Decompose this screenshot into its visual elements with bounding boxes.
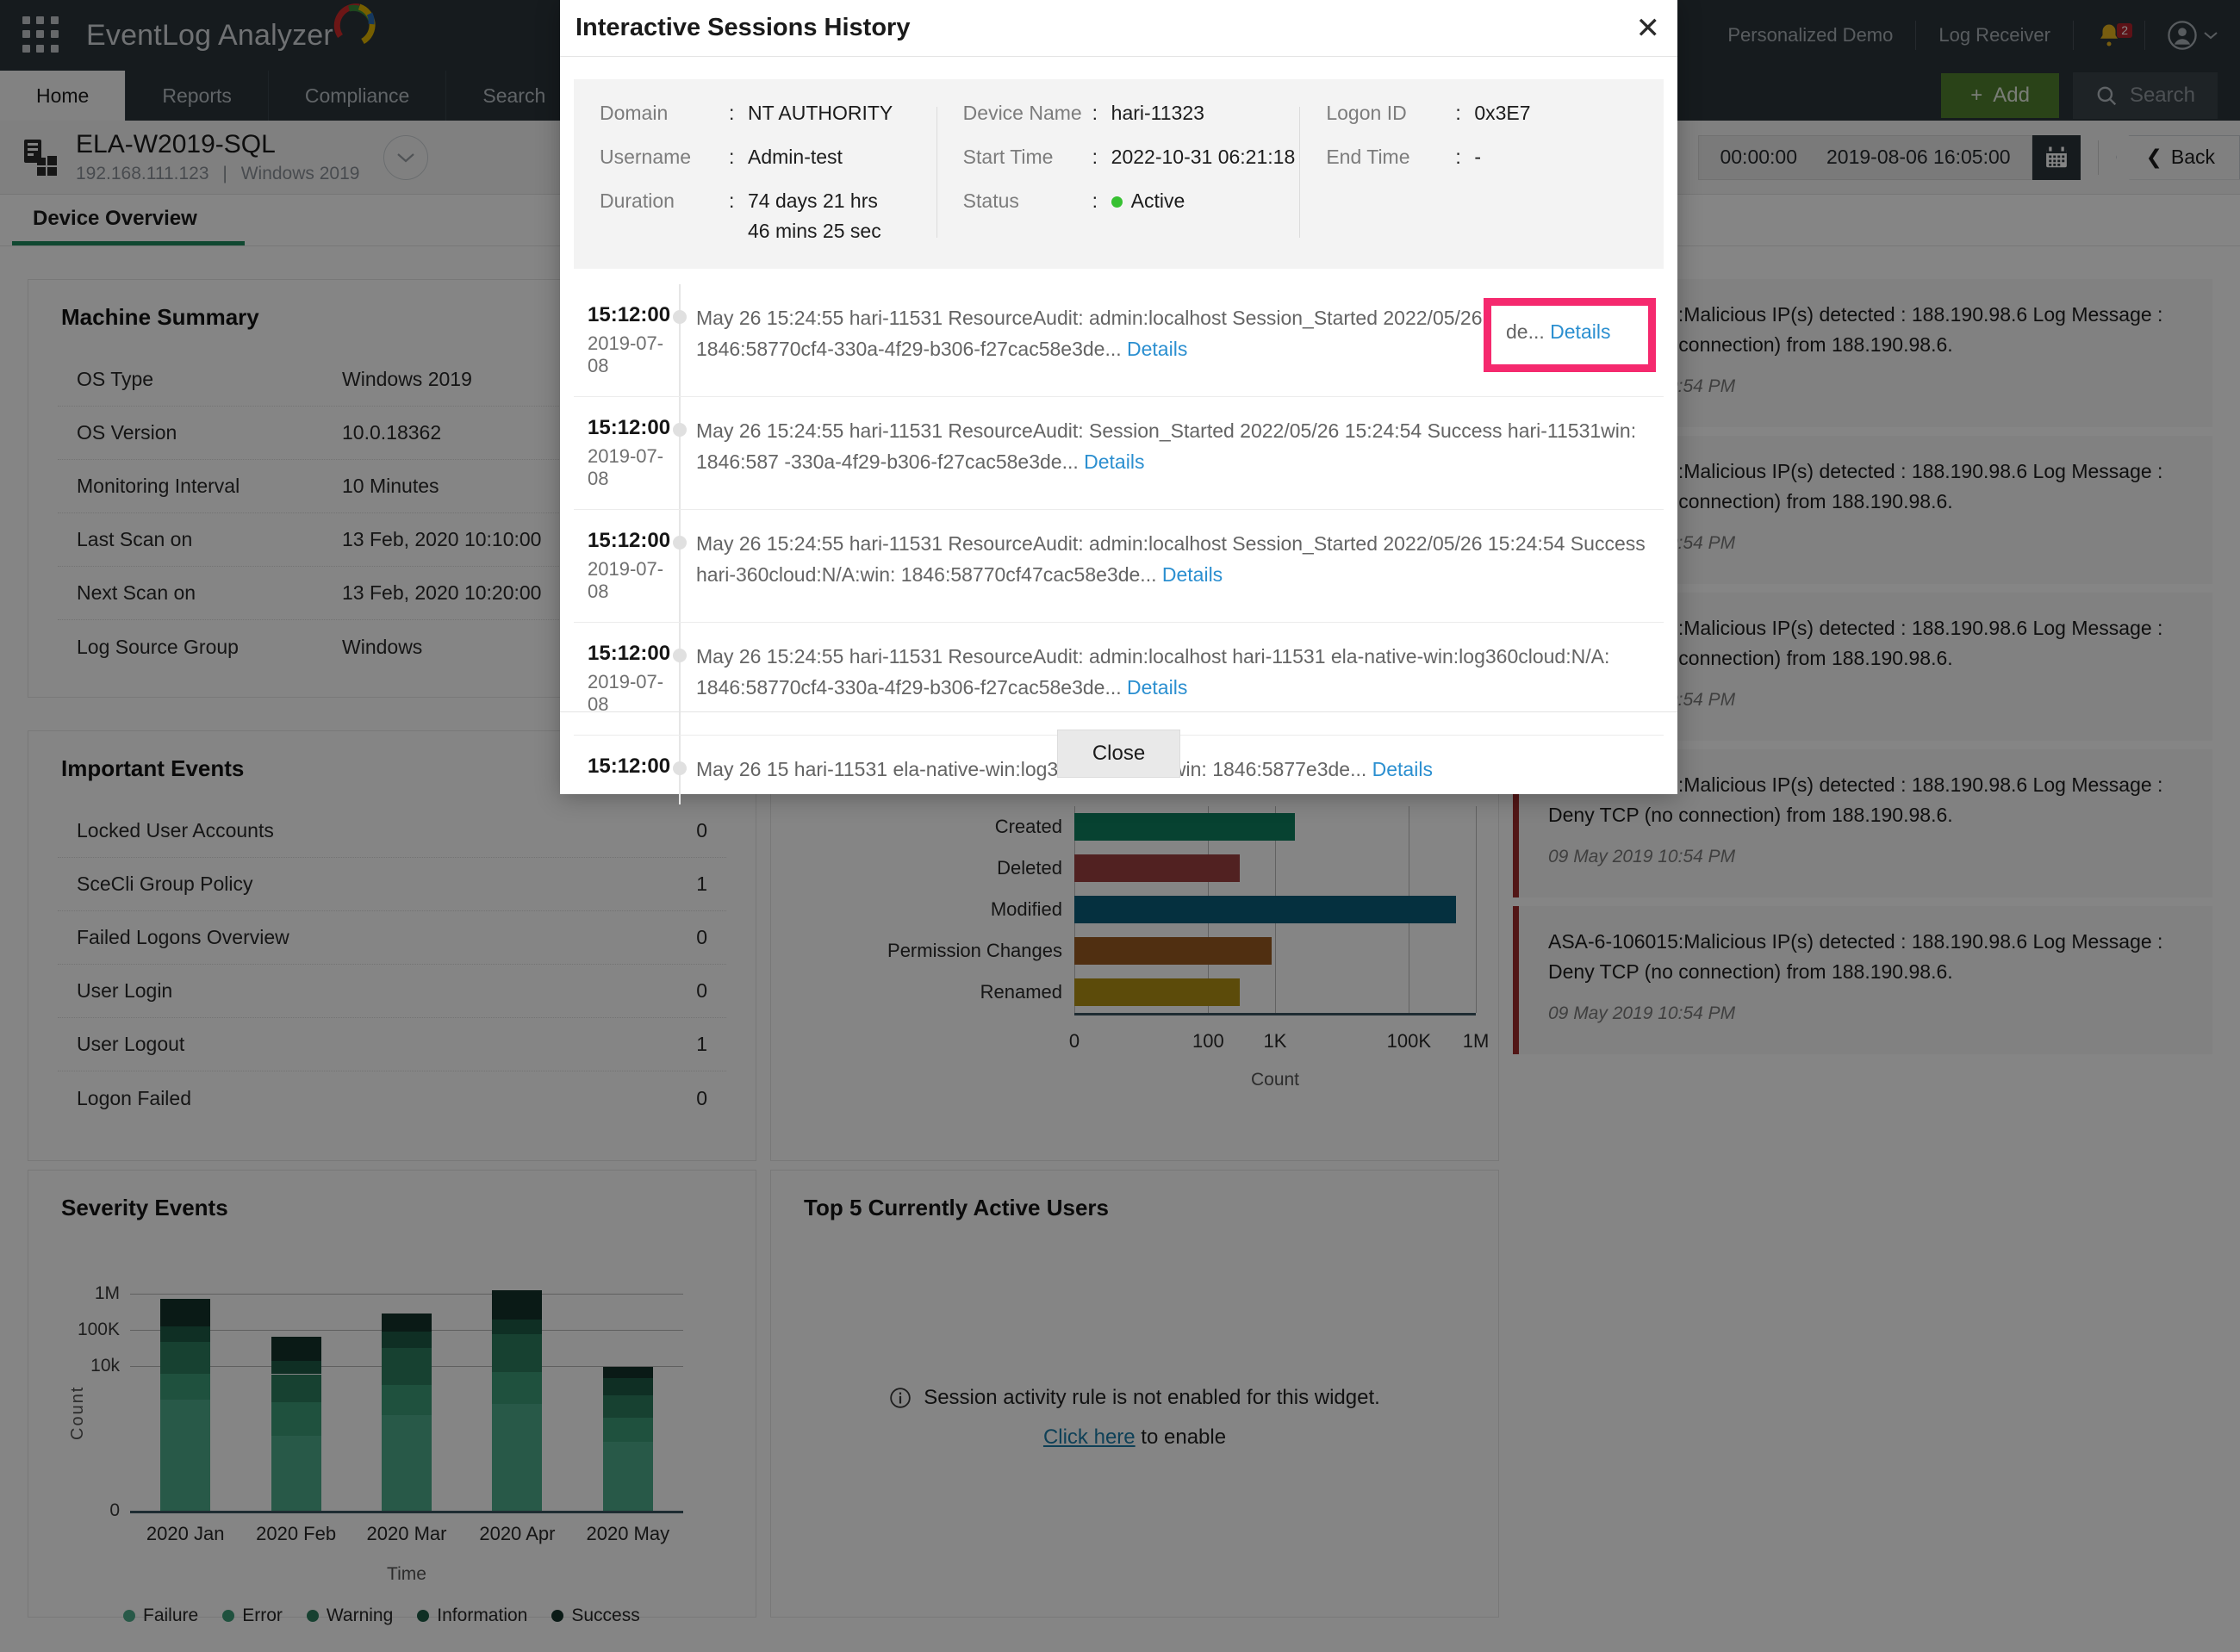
truncation-ellipsis: de... <box>1506 320 1550 343</box>
info-value: 2022-10-31 06:21:18 <box>1111 146 1296 169</box>
status-dot-icon <box>1111 196 1123 208</box>
log-date-value: 2019-07-08 <box>588 558 679 603</box>
info-row-username: Username : Admin-test <box>600 146 937 169</box>
info-value: - <box>1474 146 1481 169</box>
info-colon: : <box>729 146 748 169</box>
details-link[interactable]: Details <box>1084 450 1144 473</box>
info-label: Domain <box>600 102 729 125</box>
info-colon: : <box>1455 146 1474 169</box>
info-row-start-time: Start Time : 2022-10-31 06:21:18 <box>963 146 1301 169</box>
close-button[interactable]: Close <box>1057 730 1180 778</box>
session-info-panel: Domain : NT AUTHORITY Username : Admin-t… <box>574 79 1664 269</box>
log-message: May 26 15:24:55 hari-11531 ResourceAudit… <box>679 397 1664 509</box>
info-label: Start Time <box>963 146 1092 169</box>
log-timestamp: 15:12:00 2019-07-08 <box>574 397 679 509</box>
info-row-domain: Domain : NT AUTHORITY <box>600 102 937 125</box>
info-colon: : <box>729 189 748 213</box>
status-badge: Active <box>1111 189 1185 213</box>
log-timestamp: 15:12:00 2019-07-08 <box>574 284 679 396</box>
info-colon: : <box>729 102 748 125</box>
info-label: Username <box>600 146 729 169</box>
info-label: Status <box>963 189 1092 213</box>
session-info-column-2: Device Name : hari-11323 Start Time : 20… <box>937 102 1301 243</box>
log-message-text: May 26 15:24:55 hari-11531 ResourceAudit… <box>696 419 1636 473</box>
dialog-title: Interactive Sessions History <box>576 14 910 42</box>
log-timestamp: 15:12:00 2019-07-08 <box>574 510 679 622</box>
details-link[interactable]: Details <box>1550 320 1610 343</box>
info-row-logon-id: Logon ID : 0x3E7 <box>1326 102 1664 125</box>
status-text: Active <box>1131 189 1185 212</box>
info-label: End Time <box>1326 146 1455 169</box>
info-colon: : <box>1092 189 1111 213</box>
timeline-dot-icon <box>673 310 687 324</box>
session-info-column-3: Logon ID : 0x3E7 End Time : - <box>1300 102 1664 243</box>
info-row-duration: Duration : 74 days 21 hrs 46 mins 25 sec <box>600 189 937 243</box>
info-label: Logon ID <box>1326 102 1455 125</box>
interactive-sessions-history-dialog: Interactive Sessions History ✕ Domain : … <box>560 0 1677 794</box>
info-label: Duration <box>600 189 729 213</box>
info-colon: : <box>1455 102 1474 125</box>
details-link[interactable]: Details <box>1127 676 1187 699</box>
details-link[interactable]: Details <box>1127 338 1187 360</box>
log-message: May 26 15:24:55 hari-11531 ResourceAudit… <box>679 510 1664 622</box>
close-icon[interactable]: ✕ <box>1636 14 1661 43</box>
details-link[interactable]: Details <box>1162 563 1223 586</box>
info-row-device-name: Device Name : hari-11323 <box>963 102 1301 125</box>
timeline-dot-icon <box>673 649 687 662</box>
log-time-value: 15:12:00 <box>588 416 679 440</box>
info-colon: : <box>1092 102 1111 125</box>
session-log-row: 15:12:00 2019-07-08May 26 15:24:55 hari-1… <box>574 510 1664 623</box>
duration-line-2: 46 mins 25 sec <box>748 220 881 243</box>
info-row-status: Status : Active <box>963 189 1301 213</box>
info-value: NT AUTHORITY <box>748 102 893 125</box>
dialog-footer: Close <box>560 711 1677 794</box>
dialog-header: Interactive Sessions History ✕ <box>560 0 1677 57</box>
session-log-row: 15:12:00 2019-07-08 May 26 15:24:55 hari-1… <box>574 397 1664 510</box>
highlight-details-link-row: de... Details <box>1506 320 1610 344</box>
timeline-dot-icon <box>673 536 687 550</box>
duration-line-1: 74 days 21 hrs <box>748 189 878 212</box>
log-time-value: 15:12:00 <box>588 642 679 666</box>
timeline-dot-icon <box>673 423 687 437</box>
log-date-value: 2019-07-08 <box>588 671 679 716</box>
log-date-value: 2019-07-08 <box>588 332 679 377</box>
session-info-column-1: Domain : NT AUTHORITY Username : Admin-t… <box>574 102 937 243</box>
info-value: 0x3E7 <box>1474 102 1530 125</box>
log-time-value: 15:12:00 <box>588 303 679 327</box>
info-label: Device Name <box>963 102 1092 125</box>
info-row-end-time: End Time : - <box>1326 146 1664 169</box>
info-value: 74 days 21 hrs 46 mins 25 sec <box>748 189 881 243</box>
log-date-value: 2019-07-08 <box>588 445 679 490</box>
info-colon: : <box>1092 146 1111 169</box>
info-value: Admin-test <box>748 146 843 169</box>
log-time-value: 15:12:00 <box>588 529 679 553</box>
info-value: hari-11323 <box>1111 102 1204 125</box>
